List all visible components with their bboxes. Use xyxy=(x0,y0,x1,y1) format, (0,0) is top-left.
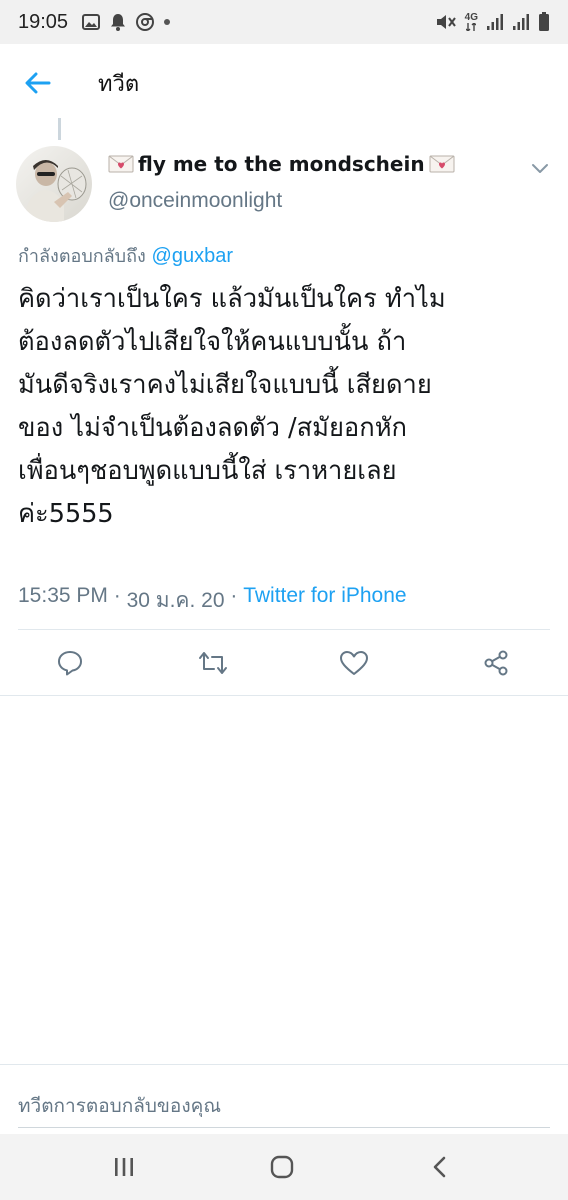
system-icons: 4G xyxy=(435,12,550,32)
share-button[interactable] xyxy=(479,646,513,680)
back-nav-button[interactable] xyxy=(420,1150,460,1184)
user-handle[interactable]: @onceinmoonlight xyxy=(108,189,282,213)
reply-icon xyxy=(58,651,82,676)
tweet-text-line: เพื่อนๆชอบพูดแบบนี้ใส่ เราหายเลย xyxy=(18,456,397,486)
reply-composer[interactable]: ทวีตการตอบกลับของคุณ xyxy=(0,1064,568,1134)
back-button[interactable] xyxy=(18,63,58,103)
dot-icon xyxy=(164,19,171,25)
avatar[interactable] xyxy=(16,146,92,222)
tweet-text: คิดว่าเราเป็นใคร แล้วมันเป็นใคร ทำไม ต้อ… xyxy=(18,278,553,536)
notification-icons xyxy=(82,13,171,31)
tweet-text-line: ต้องลดตัวไปเสียใจให้คนแบบนั้น ถ้า xyxy=(18,327,407,357)
bell-icon xyxy=(110,13,126,31)
tweet-text-line: มันดีจริงเราคงไม่เสียใจแบบนี้ เสียดาย xyxy=(18,370,432,400)
meta-separator: · xyxy=(107,584,127,607)
tweet-text-line: ค่ะ5555 xyxy=(18,499,114,529)
app-header: ทวีต xyxy=(0,44,568,122)
divider xyxy=(0,695,568,696)
system-nav-bar xyxy=(0,1134,568,1200)
love-letter-icon xyxy=(108,155,134,173)
tweet-actions xyxy=(0,630,568,694)
signal-icon xyxy=(486,13,504,31)
replying-to: กำลังตอบกลับถึง @guxbar xyxy=(18,241,233,270)
tweet-time: 15:35 PM xyxy=(18,584,108,607)
home-icon xyxy=(270,1155,294,1179)
reply-input-underline xyxy=(18,1127,550,1128)
reply-button[interactable] xyxy=(53,646,87,680)
page-title: ทวีต xyxy=(98,71,140,97)
image-icon xyxy=(82,14,101,30)
recents-icon xyxy=(115,1158,133,1176)
reply-prefix: กำลังตอบกลับถึง xyxy=(18,246,146,267)
tweet-source-link[interactable]: Twitter for iPhone xyxy=(243,584,406,617)
tweet-text-line: คิดว่าเราเป็นใคร แล้วมันเป็นใคร ทำไม xyxy=(18,284,446,314)
status-time: 19:05 xyxy=(18,10,69,33)
chevron-down-icon xyxy=(532,163,548,173)
network-label: 4G xyxy=(464,12,478,23)
back-icon xyxy=(433,1156,446,1178)
recents-button[interactable] xyxy=(104,1150,144,1184)
reply-mention-link[interactable]: @guxbar xyxy=(152,245,233,267)
retweet-icon xyxy=(199,652,227,674)
arrow-left-icon xyxy=(25,72,51,94)
meta-separator: · xyxy=(224,584,244,607)
display-name[interactable]: fly me to the mondschein xyxy=(108,152,455,176)
4g-icon: 4G xyxy=(465,13,478,31)
tweet-options-button[interactable] xyxy=(526,156,554,180)
mute-icon xyxy=(435,13,457,31)
tweet-text-line: ของ ไม่จำเป็นต้องลดตัว /สมัยอกหัก xyxy=(18,413,407,443)
retweet-button[interactable] xyxy=(196,646,230,680)
love-letter-icon xyxy=(429,155,455,173)
home-button[interactable] xyxy=(262,1150,302,1184)
reply-input-placeholder[interactable]: ทวีตการตอบกลับของคุณ xyxy=(18,1091,221,1121)
display-name-text: fly me to the mondschein xyxy=(138,152,425,176)
thread-connector-line xyxy=(58,118,61,140)
signal-icon xyxy=(512,13,530,31)
status-bar: 19:05 4G xyxy=(0,0,568,44)
like-icon xyxy=(340,651,368,675)
chrome-icon xyxy=(136,13,155,31)
tweet-meta: 15:35 PM · 30 ม.ค. 20 · Twitter for iPho… xyxy=(18,584,407,617)
battery-icon xyxy=(538,12,550,32)
like-button[interactable] xyxy=(337,646,371,680)
share-icon xyxy=(484,650,508,676)
tweet-date: 30 ม.ค. 20 xyxy=(126,589,225,612)
